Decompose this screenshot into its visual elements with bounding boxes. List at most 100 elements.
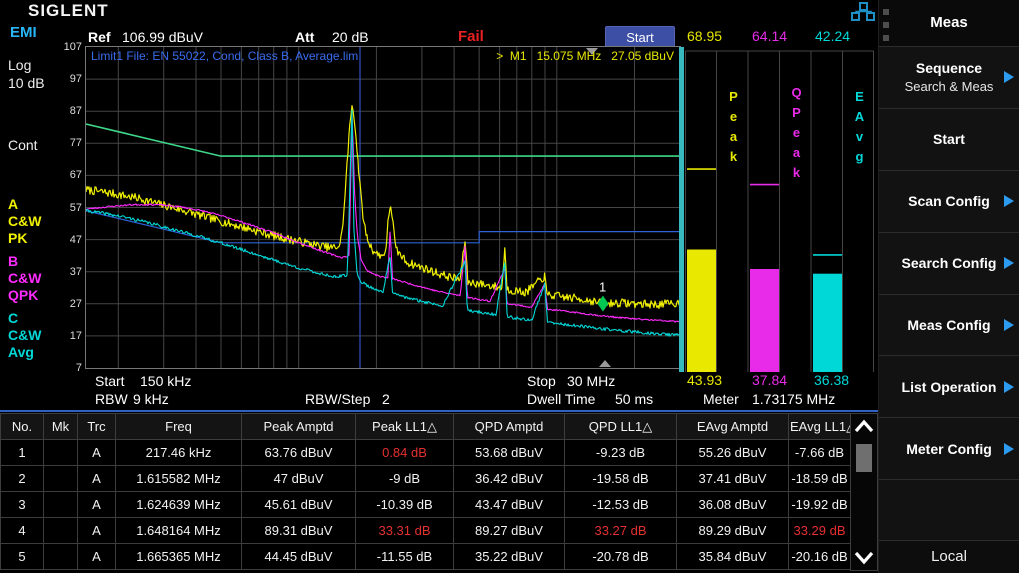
marker-readout: > M1 15.075 MHz 27.05 dBuV bbox=[496, 49, 674, 63]
scale-type-label: Log bbox=[8, 57, 31, 73]
trace-a-coupling-label: C&W bbox=[8, 213, 41, 230]
table-cell: 217.46 kHz bbox=[116, 440, 242, 466]
menu-item-label: Search Config bbox=[902, 255, 997, 271]
table-cell: -19.58 dB bbox=[565, 466, 677, 492]
column-header: EAvg LL1△ bbox=[789, 414, 851, 440]
menu-item-empty bbox=[879, 479, 1019, 541]
meter-eavg-max: 42.24 bbox=[815, 28, 850, 44]
network-icon bbox=[851, 2, 875, 21]
meter-qpeak-label: QPeak bbox=[789, 85, 804, 185]
table-cell: 53.68 dBuV bbox=[454, 440, 565, 466]
ref-label: Ref bbox=[88, 29, 111, 45]
y-tick-87: 87 bbox=[52, 105, 82, 117]
results-table-grid: No.MkTrcFreqPeak AmptdPeak LL1△QPD Amptd… bbox=[0, 413, 851, 570]
table-cell: 44.45 dBuV bbox=[242, 544, 356, 570]
table-scrollbar bbox=[850, 413, 878, 571]
average-limit bbox=[86, 124, 680, 156]
att-label: Att bbox=[295, 29, 314, 45]
menu-item-sublabel: Search & Meas bbox=[905, 79, 994, 94]
trace-b-coupling-label: C&W bbox=[8, 270, 41, 287]
scroll-down-button[interactable] bbox=[851, 545, 877, 569]
y-tick-27: 27 bbox=[52, 298, 82, 310]
rbw-label: RBW bbox=[95, 391, 128, 407]
marker-1-diamond bbox=[597, 296, 608, 312]
table-cell: 47 dBuV bbox=[242, 466, 356, 492]
trace-b-id-label: B bbox=[8, 253, 18, 270]
submenu-arrow-icon bbox=[1004, 381, 1014, 393]
table-cell: 33.29 dB bbox=[789, 518, 851, 544]
menu-item-scan-config[interactable]: Scan Config bbox=[879, 170, 1019, 232]
table-cell: 1.665365 MHz bbox=[116, 544, 242, 570]
menu-item-meas-config[interactable]: Meas Config bbox=[879, 294, 1019, 356]
y-tick-57: 57 bbox=[52, 202, 82, 214]
column-header: QPD LL1△ bbox=[565, 414, 677, 440]
menu-items: Sequence Search & Meas Start Scan Config Sea… bbox=[879, 46, 1019, 541]
table-cell: 43.47 dBuV bbox=[454, 492, 565, 518]
menu-item-label: Start bbox=[933, 131, 965, 147]
table-cell: 1 bbox=[1, 440, 44, 466]
local-button[interactable]: Local bbox=[879, 540, 1019, 573]
table-row-5[interactable]: 5A1.665365 MHz44.45 dBuV-11.55 dB35.22 d… bbox=[1, 544, 851, 570]
table-cell: 63.76 dBuV bbox=[242, 440, 356, 466]
table-cell: 37.41 dBuV bbox=[677, 466, 789, 492]
table-cell bbox=[44, 492, 78, 518]
start-freq-label: Start bbox=[95, 373, 125, 389]
meter-peak-max: 68.95 bbox=[687, 28, 722, 44]
menu-item-label: Sequence bbox=[916, 60, 982, 76]
column-header: Freq bbox=[116, 414, 242, 440]
y-tick-97: 97 bbox=[52, 73, 82, 85]
sweep-mode-label: Cont bbox=[8, 137, 38, 153]
menu-item-label: List Operation bbox=[902, 379, 997, 395]
table-row-3[interactable]: 3A1.624639 MHz45.61 dBuV-10.39 dB43.47 d… bbox=[1, 492, 851, 518]
submenu-arrow-icon bbox=[1004, 319, 1014, 331]
fail-badge: Fail bbox=[458, 28, 484, 45]
marker-1-label: 1 bbox=[599, 280, 606, 295]
scrollbar-thumb[interactable] bbox=[856, 444, 872, 472]
menu-item-label: Meter Config bbox=[906, 441, 992, 457]
table-cell: 1.648164 MHz bbox=[116, 518, 242, 544]
bottom-indicator bbox=[599, 360, 611, 367]
rbw-step-label: RBW/Step bbox=[305, 391, 370, 407]
table-cell: 89.29 dBuV bbox=[677, 518, 789, 544]
menu-item-search-config[interactable]: Search Config bbox=[879, 232, 1019, 294]
table-cell: 36.42 dBuV bbox=[454, 466, 565, 492]
menu-item-meter-config[interactable]: Meter Config bbox=[879, 417, 1019, 479]
menu-item-list-operation[interactable]: List Operation bbox=[879, 355, 1019, 417]
table-row-1[interactable]: 1A217.46 kHz63.76 dBuV0.84 dB53.68 dBuV-… bbox=[1, 440, 851, 466]
table-cell: 2 bbox=[1, 466, 44, 492]
stop-freq-value: 30 MHz bbox=[567, 373, 615, 389]
table-cell bbox=[44, 544, 78, 570]
meter-bar-qpeak bbox=[750, 269, 779, 372]
meter-eavg-label: EAvg bbox=[852, 89, 867, 169]
submenu-arrow-icon bbox=[1004, 71, 1014, 83]
trace-c-id-label: C bbox=[8, 310, 18, 327]
trace-b-detector-label: QPK bbox=[8, 287, 38, 304]
table-cell: -10.39 dB bbox=[356, 492, 454, 518]
meter-eavg-value: 36.38 bbox=[814, 372, 849, 388]
table-cell: 1.624639 MHz bbox=[116, 492, 242, 518]
table-cell: -19.92 dB bbox=[789, 492, 851, 518]
table-cell: 35.84 dBuV bbox=[677, 544, 789, 570]
menu-item-start[interactable]: Start bbox=[879, 108, 1019, 170]
meter-bar-eavg bbox=[813, 274, 842, 372]
trace-c-coupling-label: C&W bbox=[8, 327, 41, 344]
section-divider bbox=[0, 410, 878, 412]
siglent-logo: SIGLENT bbox=[28, 1, 109, 21]
menu-item-sequence[interactable]: Sequence Search & Meas bbox=[879, 46, 1019, 108]
scroll-up-button[interactable] bbox=[851, 415, 877, 439]
table-cell: 36.08 dBuV bbox=[677, 492, 789, 518]
table-cell: 4 bbox=[1, 518, 44, 544]
chart-plot[interactable]: 1 Limit1 File: EN 55022, Cond, Class B, … bbox=[85, 46, 681, 369]
trace-c-detector-label: Avg bbox=[8, 344, 34, 361]
menu-item-label: Meas Config bbox=[907, 317, 990, 333]
table-cell: -18.59 dB bbox=[789, 466, 851, 492]
stop-freq-label: Stop bbox=[527, 373, 556, 389]
table-row-4[interactable]: 4A1.648164 MHz89.31 dBuV33.31 dB89.27 dB… bbox=[1, 518, 851, 544]
rbw-value: 9 kHz bbox=[133, 391, 169, 407]
table-cell: 33.31 dB bbox=[356, 518, 454, 544]
column-header: Peak Amptd bbox=[242, 414, 356, 440]
y-tick-67: 67 bbox=[52, 169, 82, 181]
table-row-2[interactable]: 2A1.615582 MHz47 dBuV-9 dB36.42 dBuV-19.… bbox=[1, 466, 851, 492]
menu-item-label: Scan Config bbox=[908, 193, 990, 209]
meter-bars bbox=[685, 47, 878, 377]
